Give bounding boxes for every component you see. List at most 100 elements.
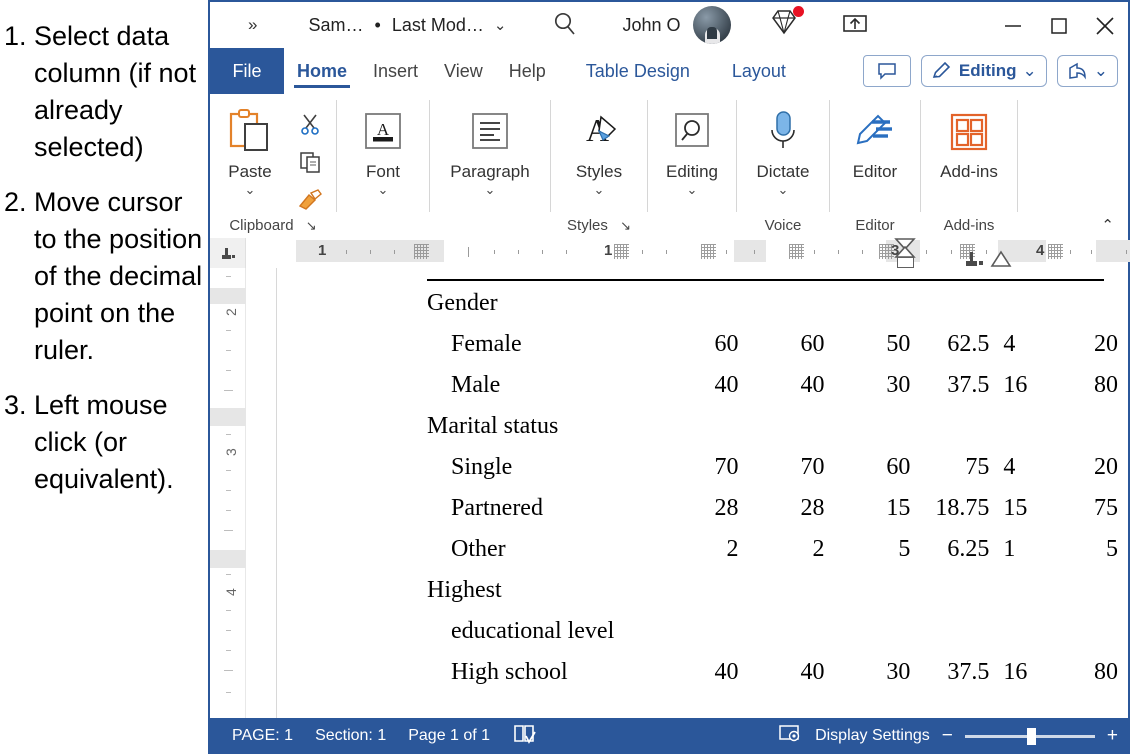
tab-help[interactable]: Help [496,48,559,94]
cell-value-6: 75 [1094,495,1119,521]
table-row[interactable]: Partnered 28 28 15 18.75 15 75 [427,495,1118,536]
avatar[interactable] [692,6,731,44]
instruction-step-3: 3. Left mouse click (or equivalent). [4,387,204,498]
tab-file[interactable]: File [210,48,284,94]
display-settings-icon[interactable] [779,724,803,749]
column-boundary-handle[interactable] [701,244,716,259]
status-page-of[interactable]: Page 1 of 1 [408,727,490,745]
cell-value-selected: 18.75 [935,495,990,521]
paragraph-button[interactable]: Paragraph ⌄ [435,100,545,196]
column-boundary-handle[interactable] [614,244,629,259]
table-row[interactable]: educational level [427,618,1118,659]
user-name[interactable]: John O [622,15,680,36]
table-row[interactable]: Male 40 40 30 37.5 16 80 [427,372,1118,413]
paste-button[interactable]: Paste ⌄ [210,100,290,196]
cell-value-6: 20 [1094,454,1119,480]
chevron-down-icon[interactable]: ⌄ [494,16,507,34]
group-label-text: Styles [567,217,608,234]
table-row[interactable]: Gender [427,290,1118,331]
styles-button[interactable]: A Styles ⌄ [556,100,642,196]
cut-scissors-icon[interactable] [290,106,330,142]
notification-badge [792,5,804,17]
addins-button[interactable]: Add-ins [926,100,1012,182]
tab-insert[interactable]: Insert [360,48,431,94]
chevron-down-icon: ⌄ [686,182,698,197]
font-button[interactable]: A Font ⌄ [340,100,426,196]
left-indent-marker[interactable] [897,257,914,268]
status-page[interactable]: PAGE: 1 [232,727,293,745]
clipboard-stack [290,100,330,218]
column-boundary-handle[interactable] [789,244,804,259]
ribbon-group-editor: Editor Editor [830,94,920,238]
table-row[interactable]: Highest [427,577,1118,618]
tab-stop-selector[interactable] [210,238,246,268]
search-icon[interactable] [552,10,578,41]
dictate-button[interactable]: Dictate ⌄ [740,100,826,196]
cell-value-selected: 6.25 [947,536,990,562]
ruler-number: 1 [604,242,613,259]
window-controls [990,2,1128,50]
cell-value-6: 20 [1094,331,1119,357]
ribbon-group-paragraph: Paragraph ⌄ [430,94,550,238]
document-title[interactable]: Sam… • Last Mod… [308,15,483,36]
editing-mode-button[interactable]: Editing ⌄ [920,55,1047,87]
zoom-slider-thumb[interactable] [1026,727,1036,745]
dialog-launcher-icon[interactable]: ↘ [306,218,317,233]
dialog-launcher-icon[interactable]: ↘ [620,218,631,233]
collapse-ribbon-button[interactable]: ⌃ [1101,216,1114,234]
document-area[interactable]: 2 3 4 Gender Female 60 60 50 62.5 4 20 M… [210,268,1130,718]
zoom-slider[interactable] [964,727,1095,745]
instruction-step-2: 2. Move cursor to the position of the de… [4,184,204,369]
editing-button[interactable]: Editing ⌄ [649,100,735,196]
editing-label: Editing [958,61,1017,80]
cell-value-6: 5 [1106,536,1119,562]
chevron-down-icon: ⌄ [244,182,256,197]
maximize-button[interactable] [1036,2,1082,50]
cell-value-2: 40 [800,659,825,685]
display-settings-label[interactable]: Display Settings [815,727,930,745]
close-button[interactable] [1082,2,1128,50]
cell-value-1: 40 [714,372,739,398]
title-separator: • [374,14,381,35]
zoom-out-button[interactable]: − [942,725,953,747]
status-bar: PAGE: 1 Section: 1 Page 1 of 1 Display S… [210,718,1130,754]
document-page[interactable]: Gender Female 60 60 50 62.5 4 20 Male 40 40 30 37.5 1… [276,268,1118,718]
cell-value-3: 30 [886,372,911,398]
data-table[interactable]: Gender Female 60 60 50 62.5 4 20 Male 40 40 30 37.5 1… [427,290,1118,700]
quick-access-overflow-icon[interactable]: » [248,15,258,35]
minimize-button[interactable] [990,2,1036,50]
share-up-icon[interactable] [841,10,869,41]
cell-value-2: 2 [812,536,825,562]
format-painter-icon[interactable] [290,182,330,218]
editor-button[interactable]: Editor [832,100,918,182]
horizontal-ruler[interactable]: 1 1 3 4 [246,238,1130,268]
share-button[interactable]: ⌄ [1056,55,1118,87]
paragraph-label: Paragraph [450,162,530,181]
ruler-row: 1 1 3 4 [210,238,1130,268]
table-row[interactable]: Other 2 2 5 6.25 1 5 [427,536,1118,577]
cell-value-1: 28 [714,495,739,521]
comments-button[interactable] [862,55,911,87]
editing-group-label: Editing [666,162,718,181]
copy-icon[interactable] [290,144,330,180]
zoom-in-button[interactable]: + [1107,725,1118,747]
column-boundary-handle[interactable] [414,244,429,259]
tab-home[interactable]: Home [284,48,360,94]
table-row[interactable]: High school 40 40 30 37.5 16 80 [427,659,1118,700]
tab-view[interactable]: View [431,48,496,94]
instruction-step-1: 1. Select data column (if not already se… [4,18,204,166]
addins-label: Add-ins [940,162,998,181]
table-row[interactable]: Female 60 60 50 62.5 4 20 [427,331,1118,372]
status-section[interactable]: Section: 1 [315,727,386,745]
column-boundary-handle[interactable] [1048,244,1063,259]
table-row[interactable]: Single 70 70 60 75 4 20 [427,454,1118,495]
diamond-icon[interactable] [767,5,804,43]
read-mode-icon[interactable] [512,723,538,750]
tab-table-design[interactable]: Table Design [573,48,703,94]
tab-layout[interactable]: Layout [719,48,799,94]
table-row[interactable]: Marital status [427,413,1118,454]
status-right: Display Settings − + [779,724,1130,749]
vertical-ruler[interactable]: 2 3 4 [210,268,246,718]
ruler-number: 3 [223,448,239,456]
paragraph-icon [467,104,513,160]
